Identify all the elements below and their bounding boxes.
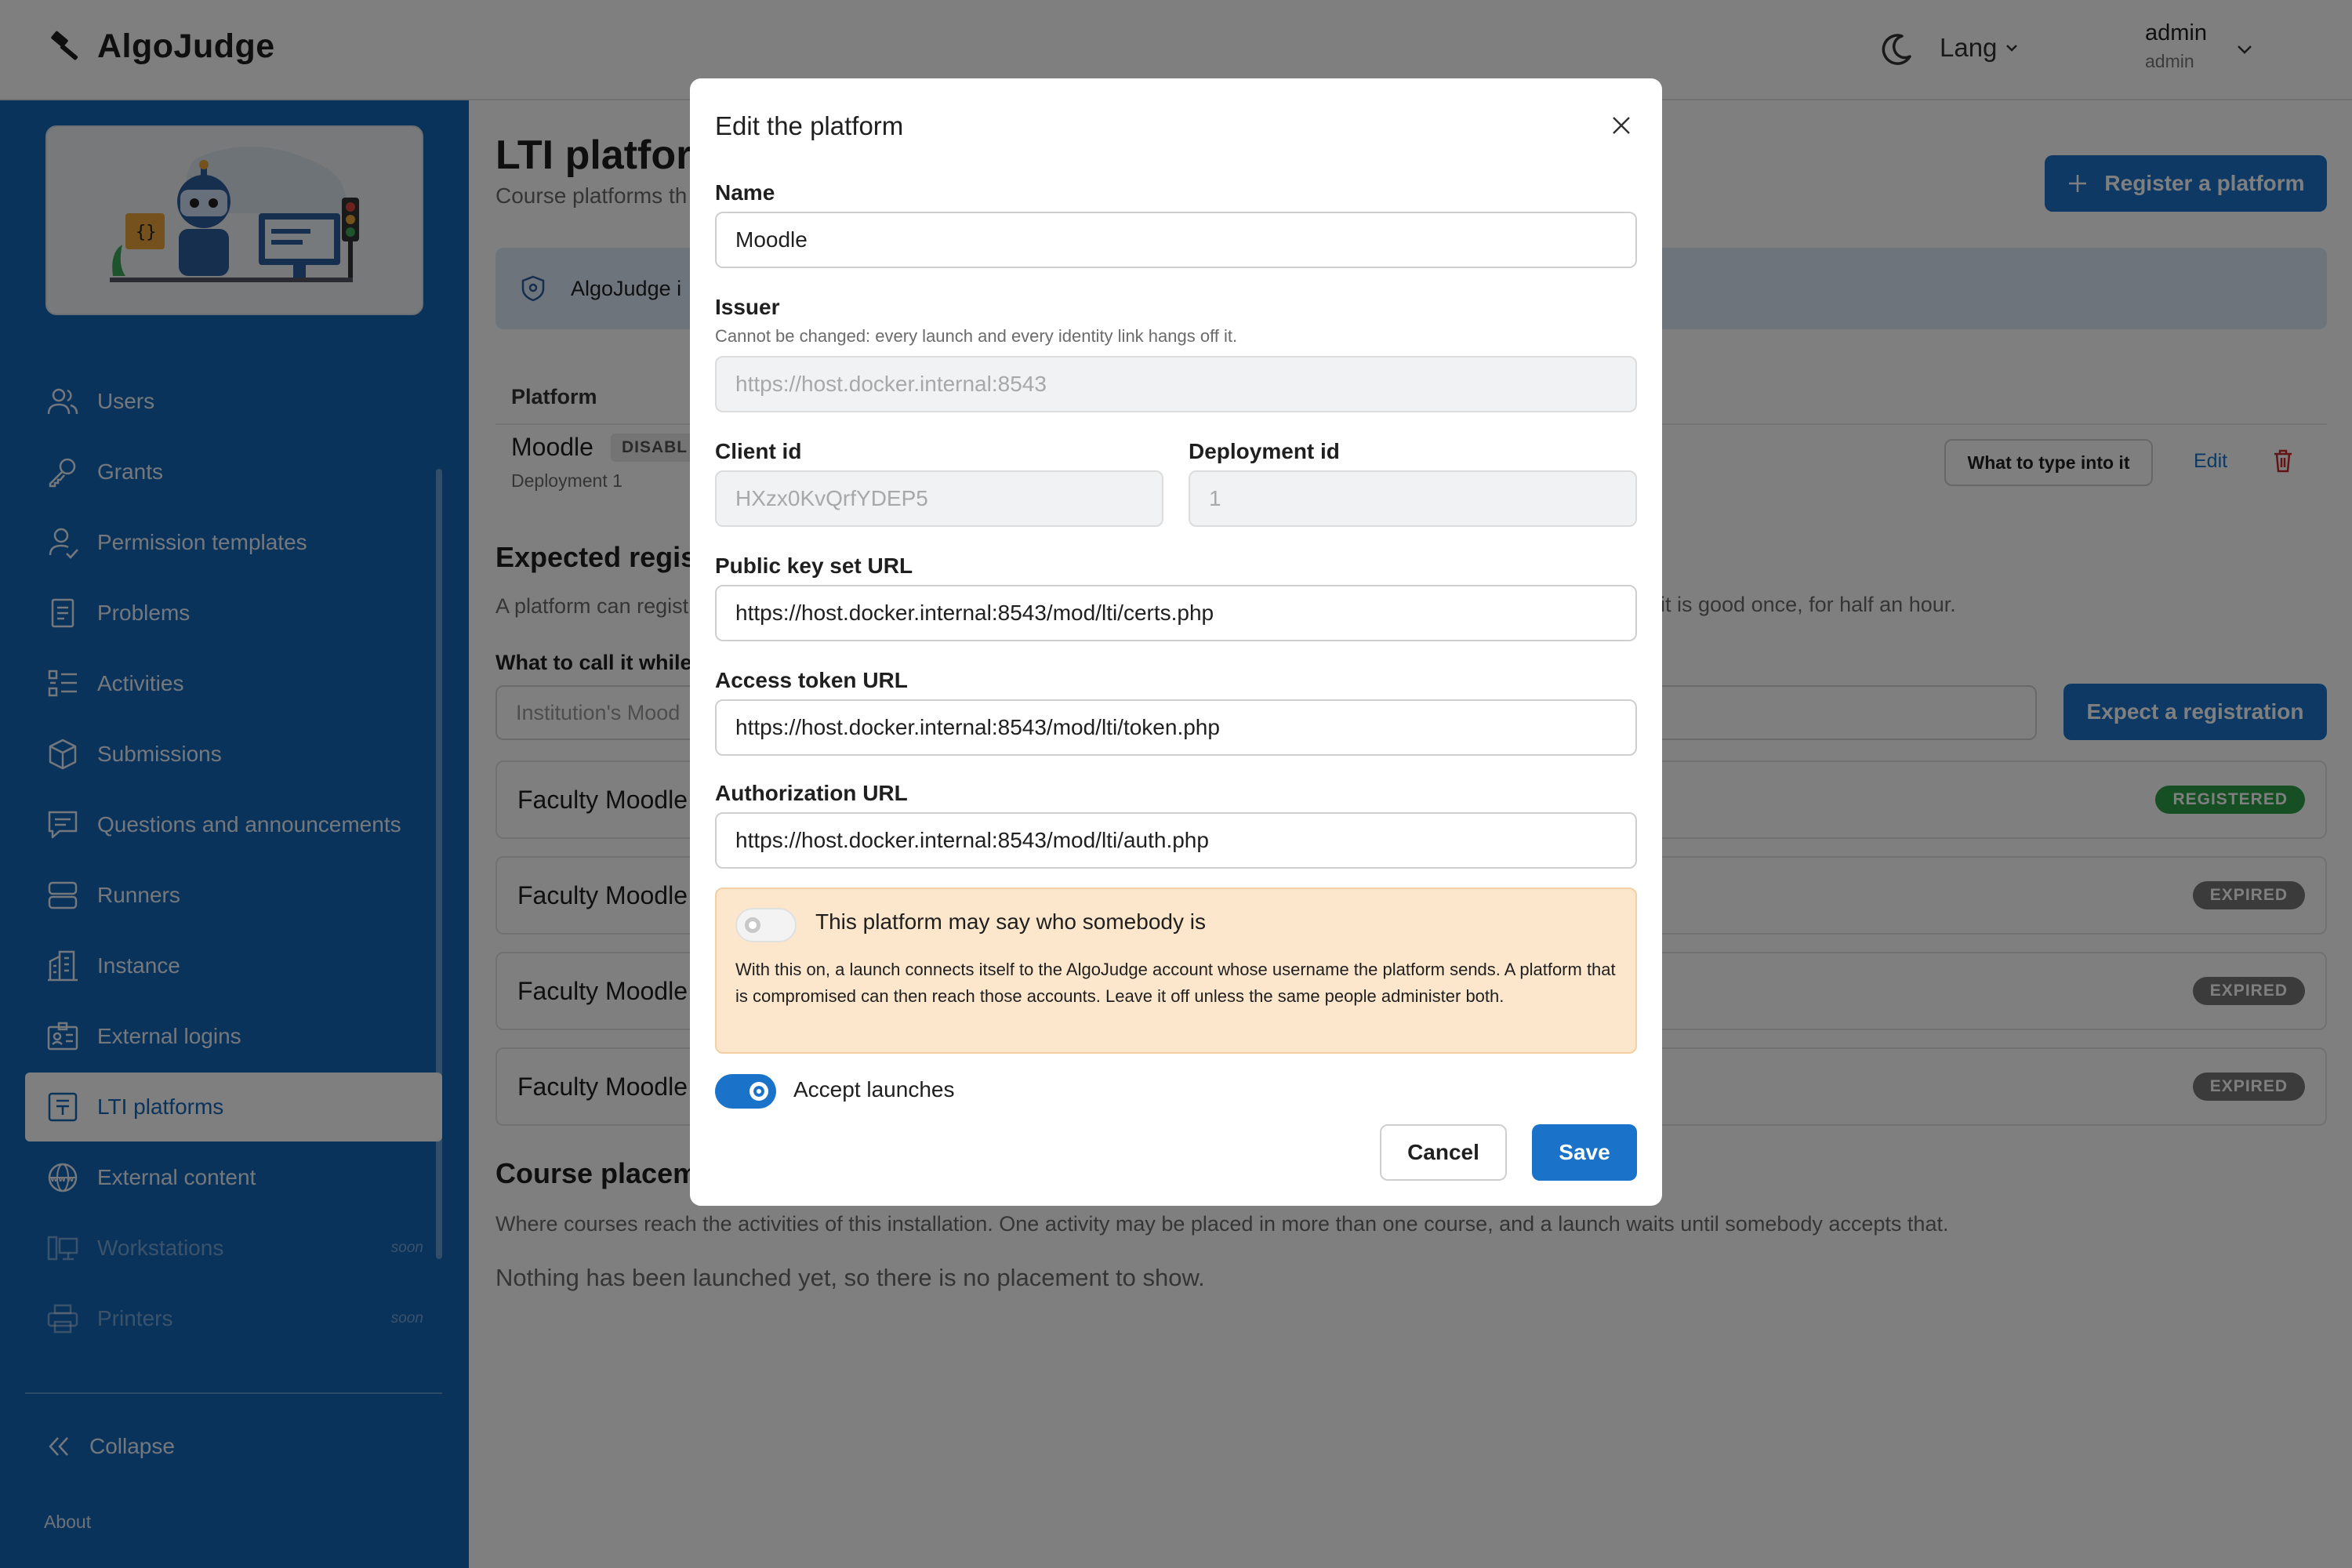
edit-platform-dialog: Edit the platform Name Moodle Issuer Can… [690,78,1662,1206]
public-key-url-input[interactable]: https://host.docker.internal:8543/mod/lt… [715,585,1637,641]
issuer-label: Issuer [715,295,780,319]
identity-toggle[interactable] [735,908,797,942]
identity-toggle-label: This platform may say who somebody is [815,909,1206,934]
identity-warning-box: This platform may say who somebody is Wi… [715,887,1637,1054]
issuer-help: Cannot be changed: every launch and ever… [715,326,1238,346]
save-button[interactable]: Save [1532,1124,1637,1181]
client-id-input: HXzx0KvQrfYDEP5 [715,470,1163,527]
public-key-url-label: Public key set URL [715,554,913,578]
close-icon[interactable] [1609,113,1634,138]
toggle-knob [750,1082,768,1101]
deployment-id-input: 1 [1189,470,1637,527]
accept-launches-toggle[interactable] [715,1074,776,1109]
access-token-url-label: Access token URL [715,668,908,692]
cancel-button[interactable]: Cancel [1380,1124,1507,1181]
dialog-title: Edit the platform [715,111,904,140]
identity-warning-text: With this on, a launch connects itself t… [735,960,1616,1006]
authorization-url-input[interactable]: https://host.docker.internal:8543/mod/lt… [715,812,1637,869]
accept-launches-label: Accept launches [793,1077,955,1102]
name-input[interactable]: Moodle [715,212,1637,268]
toggle-knob [745,917,760,933]
client-id-label: Client id [715,439,802,463]
issuer-input: https://host.docker.internal:8543 [715,356,1637,412]
deployment-id-label: Deployment id [1189,439,1340,463]
name-label: Name [715,180,775,205]
authorization-url-label: Authorization URL [715,781,908,805]
access-token-url-input[interactable]: https://host.docker.internal:8543/mod/lt… [715,699,1637,756]
